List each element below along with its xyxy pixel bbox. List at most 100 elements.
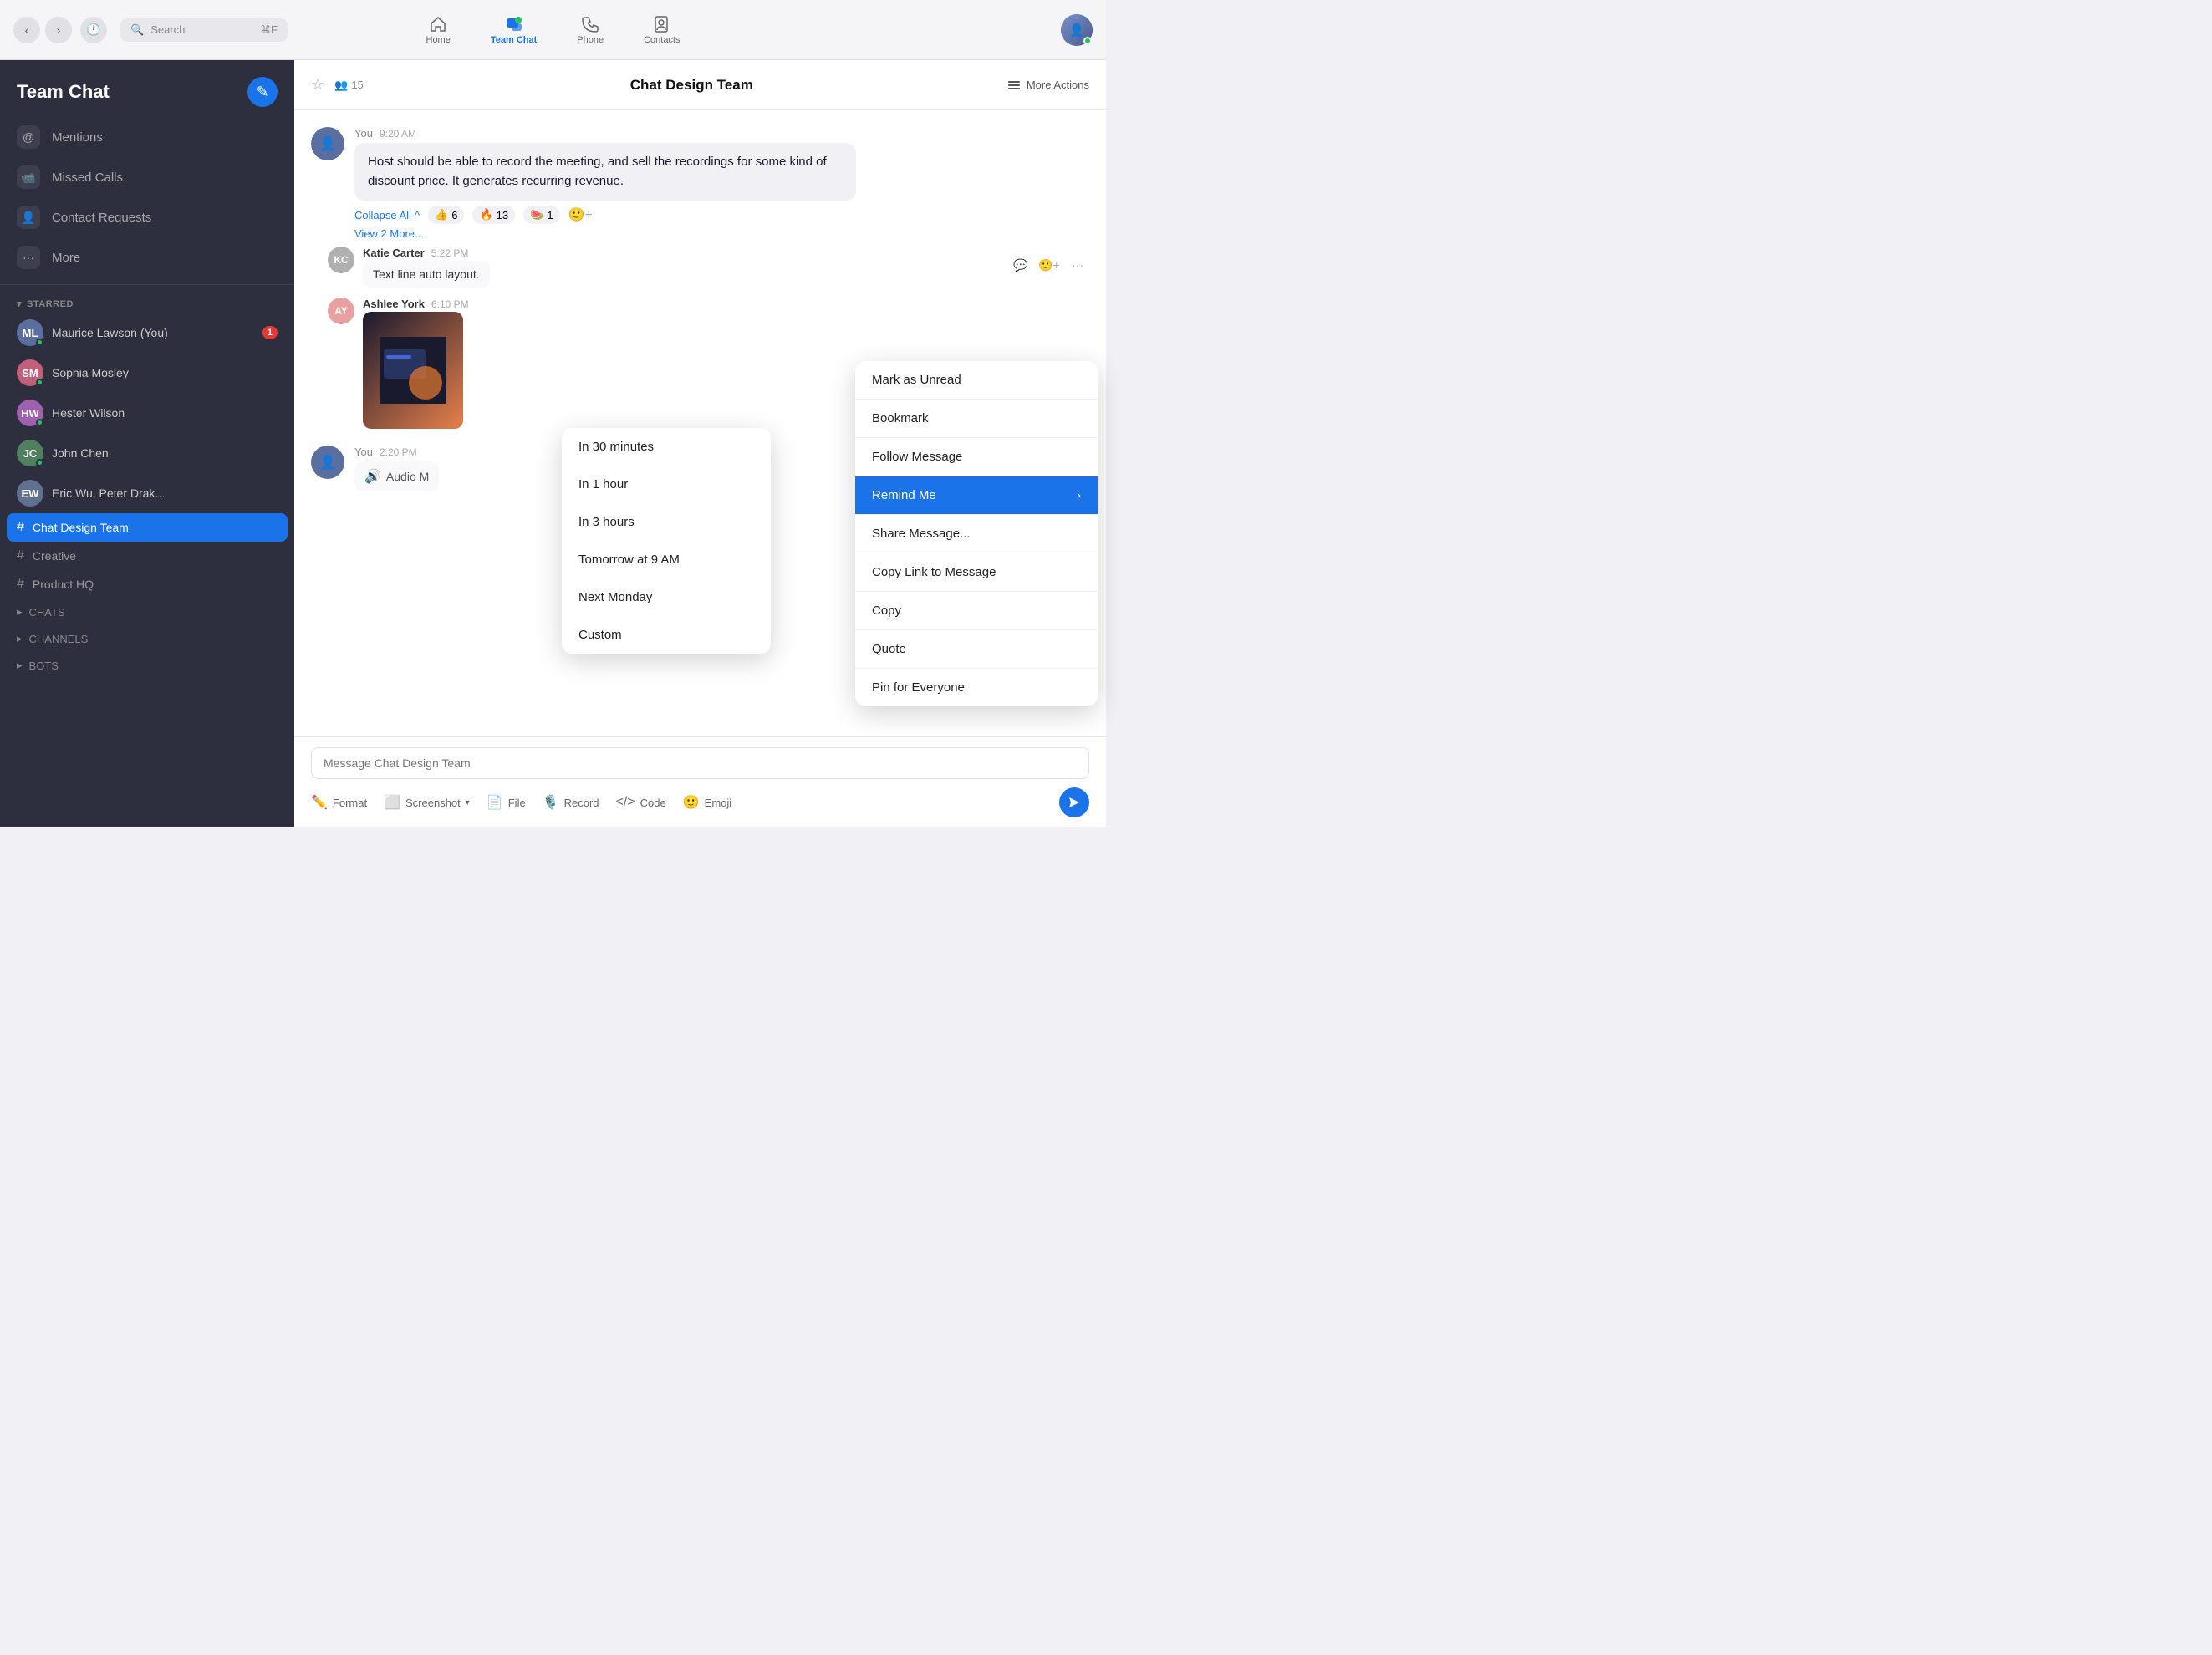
message-avatar: 👤 — [311, 127, 344, 160]
format-icon: ✏️ — [311, 794, 328, 811]
reaction-emoji: 🍉 — [530, 208, 543, 222]
more-actions-button[interactable]: More Actions — [1007, 78, 1089, 93]
sidebar-item-label: Contact Requests — [52, 211, 151, 225]
toolbar-code[interactable]: </> Code — [616, 795, 666, 810]
contact-item-hester[interactable]: HW Hester Wilson — [0, 393, 294, 433]
channel-item-product-hq[interactable]: # Product HQ — [0, 570, 294, 598]
context-copy[interactable]: Copy — [855, 592, 1098, 629]
channel-item-creative[interactable]: # Creative — [0, 542, 294, 570]
image-preview — [380, 337, 446, 404]
message-row: 👤 You 9:20 AM Host should be able to rec… — [311, 127, 1089, 201]
nav-contacts-label: Contacts — [644, 35, 680, 45]
channel-name: Chat Design Team — [33, 521, 129, 534]
remind-me-label: Remind Me — [872, 488, 936, 502]
remind-3hours[interactable]: In 3 hours — [562, 503, 771, 541]
nav-contacts[interactable]: Contacts — [637, 12, 686, 48]
reply-thread-button[interactable]: 💬 — [1009, 253, 1032, 277]
audio-bubble: 🔊 Audio M — [354, 461, 439, 491]
sidebar-item-more[interactable]: ··· More — [0, 237, 294, 278]
message-time: 9:20 AM — [380, 128, 416, 140]
nav-right: 👤 — [1061, 14, 1093, 46]
context-follow-message[interactable]: Follow Message — [855, 438, 1098, 476]
toolbar-row: ✏️ Format ⬜ Screenshot ▾ 📄 File 🎙️ Recor… — [311, 787, 1089, 817]
toolbar-emoji[interactable]: 🙂 Emoji — [683, 794, 731, 811]
search-bar[interactable]: 🔍 Search ⌘F — [120, 18, 288, 42]
context-copy-link[interactable]: Copy Link to Message — [855, 553, 1098, 591]
context-pin-everyone[interactable]: Pin for Everyone — [855, 669, 1098, 706]
sidebar-item-missed-calls[interactable]: 📹 Missed Calls — [0, 157, 294, 197]
context-mark-unread[interactable]: Mark as Unread — [855, 361, 1098, 399]
audio-label: Audio M — [386, 470, 429, 483]
phone-icon — [581, 15, 599, 33]
record-label: Record — [564, 797, 599, 809]
search-shortcut: ⌘F — [260, 23, 278, 37]
teamchat-icon — [505, 15, 523, 33]
nav-home[interactable]: Home — [420, 12, 457, 48]
bots-section[interactable]: ▸ BOTS — [0, 652, 294, 679]
members-count[interactable]: 👥 15 — [334, 79, 364, 92]
toolbar-file[interactable]: 📄 File — [487, 794, 526, 811]
reaction-watermelon[interactable]: 🍉 1 — [523, 206, 559, 224]
toolbar-screenshot[interactable]: ⬜ Screenshot ▾ — [384, 794, 470, 811]
context-remind-me[interactable]: Remind Me › — [855, 476, 1098, 514]
contact-name: Hester Wilson — [52, 406, 278, 420]
reaction-count: 6 — [451, 209, 457, 222]
remind-tomorrow[interactable]: Tomorrow at 9 AM — [562, 541, 771, 578]
contact-item-maurice[interactable]: ML Maurice Lawson (You) 1 — [0, 313, 294, 353]
reply-avatar-katie: KC — [328, 247, 354, 273]
channel-item-chat-design-team[interactable]: # Chat Design Team — [7, 513, 288, 542]
audio-message-meta: You 2:20 PM — [354, 446, 439, 458]
reaction-thumbsup[interactable]: 👍 6 — [428, 206, 464, 224]
sidebar-item-mentions[interactable]: @ Mentions — [0, 117, 294, 157]
reply-time: 5:22 PM — [431, 247, 469, 259]
context-share-message[interactable]: Share Message... — [855, 515, 1098, 553]
reply-more-button[interactable]: ··· — [1066, 253, 1089, 277]
toolbar-record[interactable]: 🎙️ Record — [543, 794, 599, 811]
nav-forward-button[interactable]: › — [45, 17, 72, 43]
nav-phone[interactable]: Phone — [570, 12, 610, 48]
more-actions-label: More Actions — [1027, 79, 1089, 91]
contact-item-john[interactable]: JC John Chen — [0, 433, 294, 473]
reaction-fire[interactable]: 🔥 13 — [472, 206, 515, 224]
context-bookmark[interactable]: Bookmark — [855, 400, 1098, 437]
contact-avatar-image: EW — [17, 480, 43, 507]
sidebar-item-contact-requests[interactable]: 👤 Contact Requests — [0, 197, 294, 237]
message-text: Host should be able to record the meetin… — [368, 155, 827, 188]
remind-custom[interactable]: Custom — [562, 616, 771, 654]
add-reaction-button[interactable]: 🙂+ — [568, 206, 593, 223]
message-sender: You — [354, 127, 373, 140]
chats-section[interactable]: ▸ CHATS — [0, 598, 294, 625]
contact-name: Sophia Mosley — [52, 366, 278, 379]
contact-item-sophia[interactable]: SM Sophia Mosley — [0, 353, 294, 393]
send-button[interactable] — [1059, 787, 1089, 817]
top-navigation: ‹ › 🕐 🔍 Search ⌘F Home Team Chat Phon — [0, 0, 1106, 60]
remind-monday[interactable]: Next Monday — [562, 578, 771, 616]
nav-history-button[interactable]: 🕐 — [80, 17, 107, 43]
user-avatar[interactable]: 👤 — [1061, 14, 1093, 46]
chevron-right-icon: ▸ — [17, 659, 23, 672]
star-button[interactable]: ☆ — [311, 76, 324, 94]
message-content: You 9:20 AM Host should be able to recor… — [354, 127, 856, 201]
nav-teamchat[interactable]: Team Chat — [484, 12, 543, 48]
message-input[interactable] — [311, 747, 1089, 779]
reply-row-katie: KC Katie Carter 5:22 PM Text line auto l… — [328, 247, 1089, 288]
contact-online-dot — [36, 419, 43, 426]
compose-button[interactable]: ✎ — [247, 77, 278, 107]
remind-1hour[interactable]: In 1 hour — [562, 466, 771, 503]
emoji-icon: 🙂 — [683, 794, 700, 811]
channels-section[interactable]: ▸ CHANNELS — [0, 625, 294, 652]
chevron-right-icon: ▸ — [17, 605, 23, 619]
context-quote[interactable]: Quote — [855, 630, 1098, 668]
code-icon: </> — [616, 795, 635, 810]
sidebar: Team Chat ✎ @ Mentions 📹 Missed Calls 👤 … — [0, 60, 294, 828]
contact-item-eric[interactable]: EW Eric Wu, Peter Drak... — [0, 473, 294, 513]
message-bubble: Host should be able to record the meetin… — [354, 143, 856, 201]
reply-emoji-button[interactable]: 🙂+ — [1037, 253, 1061, 277]
view-more-button[interactable]: View 2 More... — [311, 227, 1089, 240]
collapse-all-button[interactable]: Collapse All ^ — [354, 209, 420, 222]
starred-section-header[interactable]: ▾ STARRED — [0, 292, 294, 313]
nav-back-button[interactable]: ‹ — [13, 17, 40, 43]
remind-submenu: In 30 minutes In 1 hour In 3 hours Tomor… — [562, 428, 771, 654]
remind-30min[interactable]: In 30 minutes — [562, 428, 771, 466]
toolbar-format[interactable]: ✏️ Format — [311, 794, 367, 811]
